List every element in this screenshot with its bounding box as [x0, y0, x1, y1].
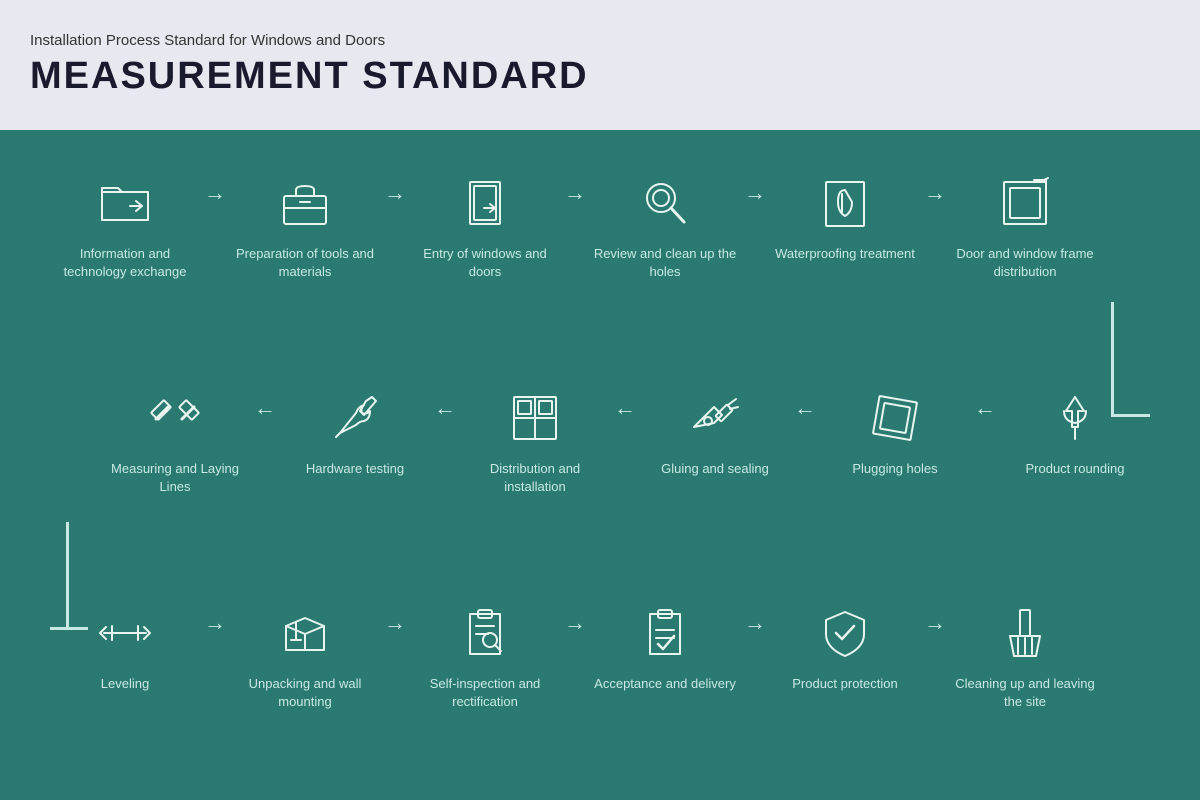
header-title: MEASUREMENT STANDARD	[30, 55, 1170, 98]
inspect-icon	[453, 600, 518, 665]
accept-icon	[633, 600, 698, 665]
header-subtitle: Installation Process Standard for Window…	[30, 32, 1170, 49]
step-acceptance: Acceptance and delivery	[590, 600, 740, 715]
step-plugging: Plugging holes	[820, 385, 970, 500]
step-product-round-label: Product rounding	[1025, 460, 1124, 500]
arrow-a-pp: →	[740, 600, 770, 636]
step-product-protect: Product protection	[770, 600, 920, 715]
protect-icon	[813, 600, 878, 665]
arrow-ph-gs: ←	[790, 385, 820, 421]
step-product-protect-label: Product protection	[792, 675, 898, 715]
arrow-l-u: →	[200, 600, 230, 636]
step-self-inspect-label: Self-inspection and rectification	[410, 675, 560, 715]
step-leveling: Leveling	[50, 600, 200, 715]
arrow-pr-ph: ←	[970, 385, 1000, 421]
step-waterproofing-label: Waterproofing treatment	[775, 245, 915, 285]
step-gluing-label: Gluing and sealing	[661, 460, 769, 500]
toolbox-icon	[273, 170, 338, 235]
step-hardware-test: Hardware testing	[280, 385, 430, 500]
step-plugging-label: Plugging holes	[852, 460, 937, 500]
step-entry-windows-label: Entry of windows and doors	[410, 245, 560, 285]
step-cleanup: Cleaning up and leaving the site	[950, 600, 1100, 715]
arrow-u-si: →	[380, 600, 410, 636]
row2: Product rounding ← Plugging holes ←	[50, 385, 1150, 500]
step-unpacking: Unpacking and wall mounting	[230, 600, 380, 715]
level-icon	[93, 600, 158, 665]
step-hardware-test-label: Hardware testing	[306, 460, 404, 500]
arrow-4-5: →	[740, 170, 770, 206]
plug-icon	[863, 385, 928, 450]
door-entry-icon	[453, 170, 518, 235]
step-frame-dist: Door and window frame distribution	[950, 170, 1100, 285]
step-product-round: Product rounding	[1000, 385, 1150, 500]
arrow-si-a: →	[560, 600, 590, 636]
row3: Leveling → Unpacking and wall mounting	[50, 600, 1150, 715]
unpack-icon	[273, 600, 338, 665]
step-review-holes: Review and clean up the holes	[590, 170, 740, 285]
step-leveling-label: Leveling	[101, 675, 149, 715]
step-info-exchange: Information and technology exchange	[50, 170, 200, 285]
step-prep-tools-label: Preparation of tools and materials	[230, 245, 380, 285]
cleanup-icon	[993, 600, 1058, 665]
step-gluing: Gluing and sealing	[640, 385, 790, 500]
step-waterproofing: Waterproofing treatment	[770, 170, 920, 285]
step-frame-dist-label: Door and window frame distribution	[950, 245, 1100, 285]
arrow-3-4: →	[560, 170, 590, 206]
row1: Information and technology exchange → Pr…	[50, 170, 1150, 285]
glue-icon	[683, 385, 748, 450]
arrow-5-6: →	[920, 170, 950, 206]
step-entry-windows: Entry of windows and doors	[410, 170, 560, 285]
waterproof-icon	[813, 170, 878, 235]
distribution-icon	[503, 385, 568, 450]
step-measuring-label: Measuring and Laying Lines	[100, 460, 250, 500]
step-distribution: Distribution and installation	[460, 385, 610, 500]
arrow-pp-cu: →	[920, 600, 950, 636]
hardware-icon	[323, 385, 388, 450]
main-content: Information and technology exchange → Pr…	[0, 130, 1200, 800]
step-prep-tools: Preparation of tools and materials	[230, 170, 380, 285]
measure-icon	[143, 385, 208, 450]
arrow-di-ht: ←	[430, 385, 460, 421]
step-self-inspect: Self-inspection and rectification	[410, 600, 560, 715]
flow-container: Information and technology exchange → Pr…	[30, 150, 1170, 780]
step-unpacking-label: Unpacking and wall mounting	[230, 675, 380, 715]
arrow-2-3: →	[380, 170, 410, 206]
step-distribution-label: Distribution and installation	[460, 460, 610, 500]
step-acceptance-label: Acceptance and delivery	[594, 675, 736, 715]
arrow-ht-m: ←	[250, 385, 280, 421]
step-measuring: Measuring and Laying Lines	[100, 385, 250, 500]
step-review-holes-label: Review and clean up the holes	[590, 245, 740, 285]
step-cleanup-label: Cleaning up and leaving the site	[950, 675, 1100, 715]
folder-share-icon	[93, 170, 158, 235]
search-hole-icon	[633, 170, 698, 235]
frame-dist-icon	[993, 170, 1058, 235]
arrow-gs-di: ←	[610, 385, 640, 421]
arrow-1-2: →	[200, 170, 230, 206]
header: Installation Process Standard for Window…	[0, 0, 1200, 130]
round-icon	[1043, 385, 1108, 450]
step-info-exchange-label: Information and technology exchange	[50, 245, 200, 285]
